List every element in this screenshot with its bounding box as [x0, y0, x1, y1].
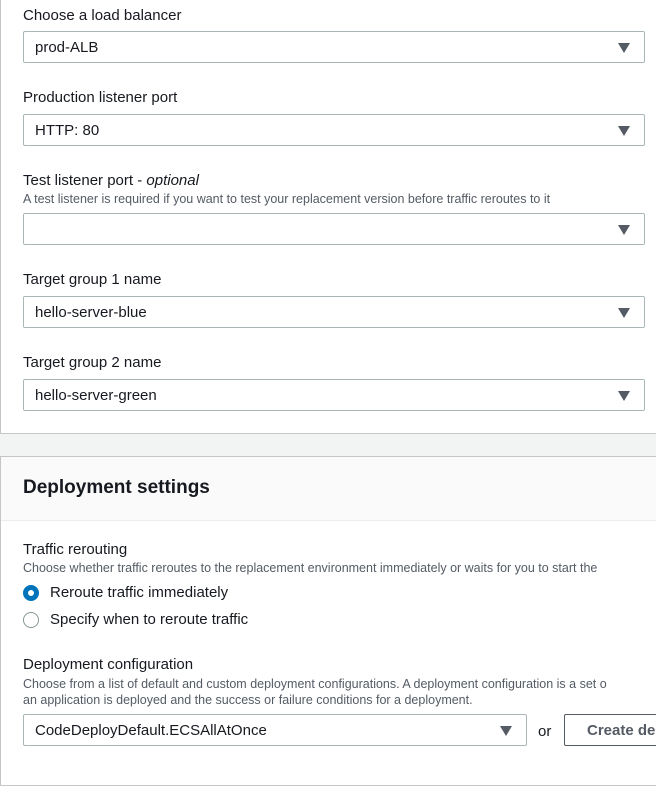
- target-group-1-value: hello-server-blue: [35, 304, 147, 321]
- production-listener-port-value: HTTP: 80: [35, 122, 100, 139]
- deployment-configuration-label: Deployment configuration: [23, 656, 194, 673]
- create-deployment-configuration-button[interactable]: Create de: [564, 714, 656, 746]
- deployment-settings-title: Deployment settings: [23, 477, 210, 498]
- deployment-configuration-value: CodeDeployDefault.ECSAllAtOnce: [35, 722, 267, 739]
- traffic-rerouting-label: Traffic rerouting: [23, 541, 128, 558]
- test-listener-port-select[interactable]: [23, 213, 645, 245]
- specify-reroute-time-label: Specify when to reroute traffic: [50, 611, 249, 628]
- production-listener-port-select[interactable]: HTTP: 80: [23, 114, 645, 146]
- radio-checked-icon: [23, 585, 39, 601]
- create-deployment-configuration-label: Create de: [587, 722, 656, 739]
- target-group-2-select[interactable]: hello-server-green: [23, 379, 645, 411]
- target-group-1-select[interactable]: hello-server-blue: [23, 296, 645, 328]
- radio-unchecked-icon: [23, 612, 39, 628]
- target-group-2-value: hello-server-green: [35, 387, 157, 404]
- target-group-1-label: Target group 1 name: [23, 271, 162, 288]
- reroute-immediately-label: Reroute traffic immediately: [50, 584, 229, 601]
- deployment-configuration-description-line2: an application is deployed and the succe…: [23, 693, 473, 707]
- caret-down-icon: [618, 225, 630, 235]
- load-balancer-value: prod-ALB: [35, 39, 99, 56]
- production-listener-port-label: Production listener port: [23, 89, 178, 106]
- caret-down-icon: [618, 126, 630, 136]
- deployment-configuration-select[interactable]: CodeDeployDefault.ECSAllAtOnce: [23, 714, 527, 746]
- caret-down-icon: [618, 43, 630, 53]
- traffic-rerouting-description: Choose whether traffic reroutes to the r…: [23, 561, 598, 575]
- deployment-settings-header: Deployment settings: [1, 457, 656, 521]
- caret-down-icon: [500, 726, 512, 736]
- test-listener-port-label-text: Test listener port -: [23, 172, 147, 189]
- test-listener-port-label: Test listener port - optional: [23, 172, 199, 189]
- deployment-configuration-description-line1: Choose from a list of default and custom…: [23, 677, 607, 691]
- load-balancer-label: Choose a load balancer: [23, 7, 182, 24]
- optional-marker: optional: [146, 172, 199, 189]
- caret-down-icon: [618, 391, 630, 401]
- test-listener-port-description: A test listener is required if you want …: [23, 192, 551, 206]
- caret-down-icon: [618, 308, 630, 318]
- target-group-2-label: Target group 2 name: [23, 354, 162, 371]
- or-separator: or: [538, 723, 552, 740]
- load-balancer-select[interactable]: prod-ALB: [23, 31, 645, 63]
